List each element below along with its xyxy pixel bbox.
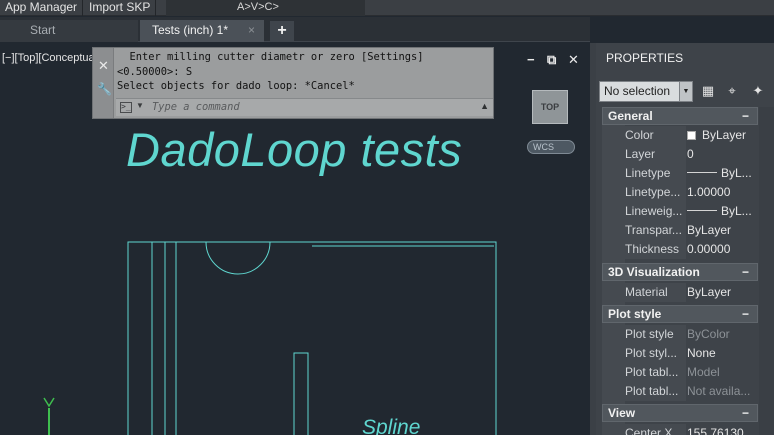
property-key: Color — [602, 126, 686, 145]
property-value[interactable]: ByLayer — [687, 221, 758, 240]
view-cube[interactable]: TOP — [532, 90, 568, 124]
chevron-down-icon[interactable]: ▼ — [679, 82, 692, 101]
property-key: Transpar... — [602, 221, 686, 240]
section-general[interactable]: General − — [602, 107, 758, 125]
close-command-icon[interactable]: ✕ — [98, 58, 109, 74]
section-title: View — [608, 406, 636, 420]
inner-slot — [293, 352, 309, 435]
wcs-menu[interactable]: WCS — [527, 140, 575, 154]
command-window-handle[interactable]: ✕ 🔧 — [93, 48, 114, 118]
property-key: Plot style — [602, 325, 686, 344]
section-plot-style[interactable]: Plot style − — [602, 305, 758, 323]
property-value[interactable]: 0 — [687, 145, 758, 164]
selection-value: No selection — [604, 84, 671, 98]
collapse-icon[interactable]: − — [742, 108, 749, 124]
command-history: Enter milling cutter diametr or zero [Se… — [117, 50, 424, 94]
history-up-arrow-icon[interactable]: ▲ — [480, 101, 489, 111]
history-line: <0.50000>: S — [117, 65, 193, 78]
history-line: Enter milling cutter diametr or zero [Se… — [117, 51, 424, 63]
outer-rectangle — [127, 241, 497, 435]
property-value[interactable]: ByLayer — [687, 126, 758, 145]
palette-title: PROPERTIES — [606, 51, 684, 65]
section-view[interactable]: View − — [602, 404, 758, 422]
line-sample-icon — [687, 172, 717, 173]
property-value[interactable]: Model — [687, 363, 758, 382]
property-row[interactable]: Color ByLayer — [602, 126, 758, 145]
property-row[interactable]: Linetype ByL... — [602, 164, 758, 183]
property-row[interactable]: Material ByLayer — [602, 283, 758, 302]
color-swatch-icon — [687, 131, 696, 140]
command-placeholder: Type a command — [152, 101, 240, 113]
property-key: Layer — [602, 145, 686, 164]
recent-commands-arrow-icon[interactable]: ▼ — [136, 101, 144, 110]
property-value[interactable]: 1.00000 — [687, 183, 758, 202]
property-key: Thickness — [602, 240, 686, 259]
property-row[interactable]: Layer 0 — [602, 145, 758, 164]
property-value[interactable]: ByL... — [687, 202, 758, 221]
property-value[interactable]: 155.76130 — [687, 424, 758, 435]
command-prompt-icon[interactable]: >_ — [120, 102, 132, 113]
collapse-icon[interactable]: − — [742, 306, 749, 322]
property-key: Lineweig... — [602, 202, 686, 221]
property-value[interactable]: ByColor — [687, 325, 758, 344]
property-row[interactable]: Transpar... ByLayer — [602, 221, 758, 240]
property-key: Linetype... — [602, 183, 686, 202]
ucs-icon — [43, 397, 55, 435]
property-key: Linetype — [602, 164, 686, 183]
property-key: Center X — [602, 424, 686, 435]
property-row[interactable]: Plot styl... None — [602, 344, 758, 363]
command-window: ✕ 🔧 Enter milling cutter diametr or zero… — [92, 47, 494, 119]
property-key: Plot tabl... — [602, 382, 686, 401]
property-row[interactable]: Thickness 0.00000 — [602, 240, 758, 259]
property-value[interactable]: ByLayer — [687, 283, 758, 302]
quick-select-icon[interactable]: ✦ — [750, 83, 766, 99]
property-row[interactable]: Plot style ByColor — [602, 325, 758, 344]
section-title: General — [608, 109, 653, 123]
property-value[interactable]: None — [687, 344, 758, 363]
property-row[interactable]: Linetype... 1.00000 — [602, 183, 758, 202]
section-title: Plot style — [608, 307, 662, 321]
history-line: Select objects for dado loop: *Cancel* — [117, 80, 355, 93]
palette-scrollbar[interactable] — [759, 107, 774, 435]
property-value[interactable]: Not availa... — [687, 382, 758, 401]
property-value[interactable]: ByL... — [687, 164, 758, 183]
toggle-pickadd-icon[interactable]: ▦ — [700, 83, 716, 99]
property-row[interactable]: Center X 155.76130 — [602, 424, 758, 435]
command-input[interactable]: >_ ▼ Type a command ▲ — [116, 98, 493, 116]
collapse-icon[interactable]: − — [742, 405, 749, 421]
property-key: Material — [602, 283, 686, 302]
autocad-window: App Manager Import SKP A>V>C> Start Test… — [0, 0, 774, 435]
property-row[interactable]: Lineweig... ByL... — [602, 202, 758, 221]
property-row[interactable]: Plot tabl... Model — [602, 363, 758, 382]
selection-dropdown[interactable]: No selection ▼ — [599, 81, 693, 102]
drawing-title-text: DadoLoop tests — [126, 123, 463, 176]
collapse-icon[interactable]: − — [742, 264, 749, 280]
arc-cutout — [205, 241, 271, 275]
section-3d-visualization[interactable]: 3D Visualization − — [602, 263, 758, 281]
spline-label-text: Spline — [362, 416, 421, 435]
property-key: Plot tabl... — [602, 363, 686, 382]
property-row[interactable]: Plot tabl... Not availa... — [602, 382, 758, 401]
select-objects-icon[interactable]: ⌖ — [724, 83, 740, 99]
property-value[interactable]: 0.00000 — [687, 240, 758, 259]
properties-palette: PROPERTIES No selection ▼ ▦ ⌖ ✦ General … — [596, 43, 774, 435]
customize-wrench-icon[interactable]: 🔧 — [97, 82, 112, 96]
line-sample-icon — [687, 210, 717, 211]
section-title: 3D Visualization — [608, 265, 700, 279]
property-key: Plot styl... — [602, 344, 686, 363]
